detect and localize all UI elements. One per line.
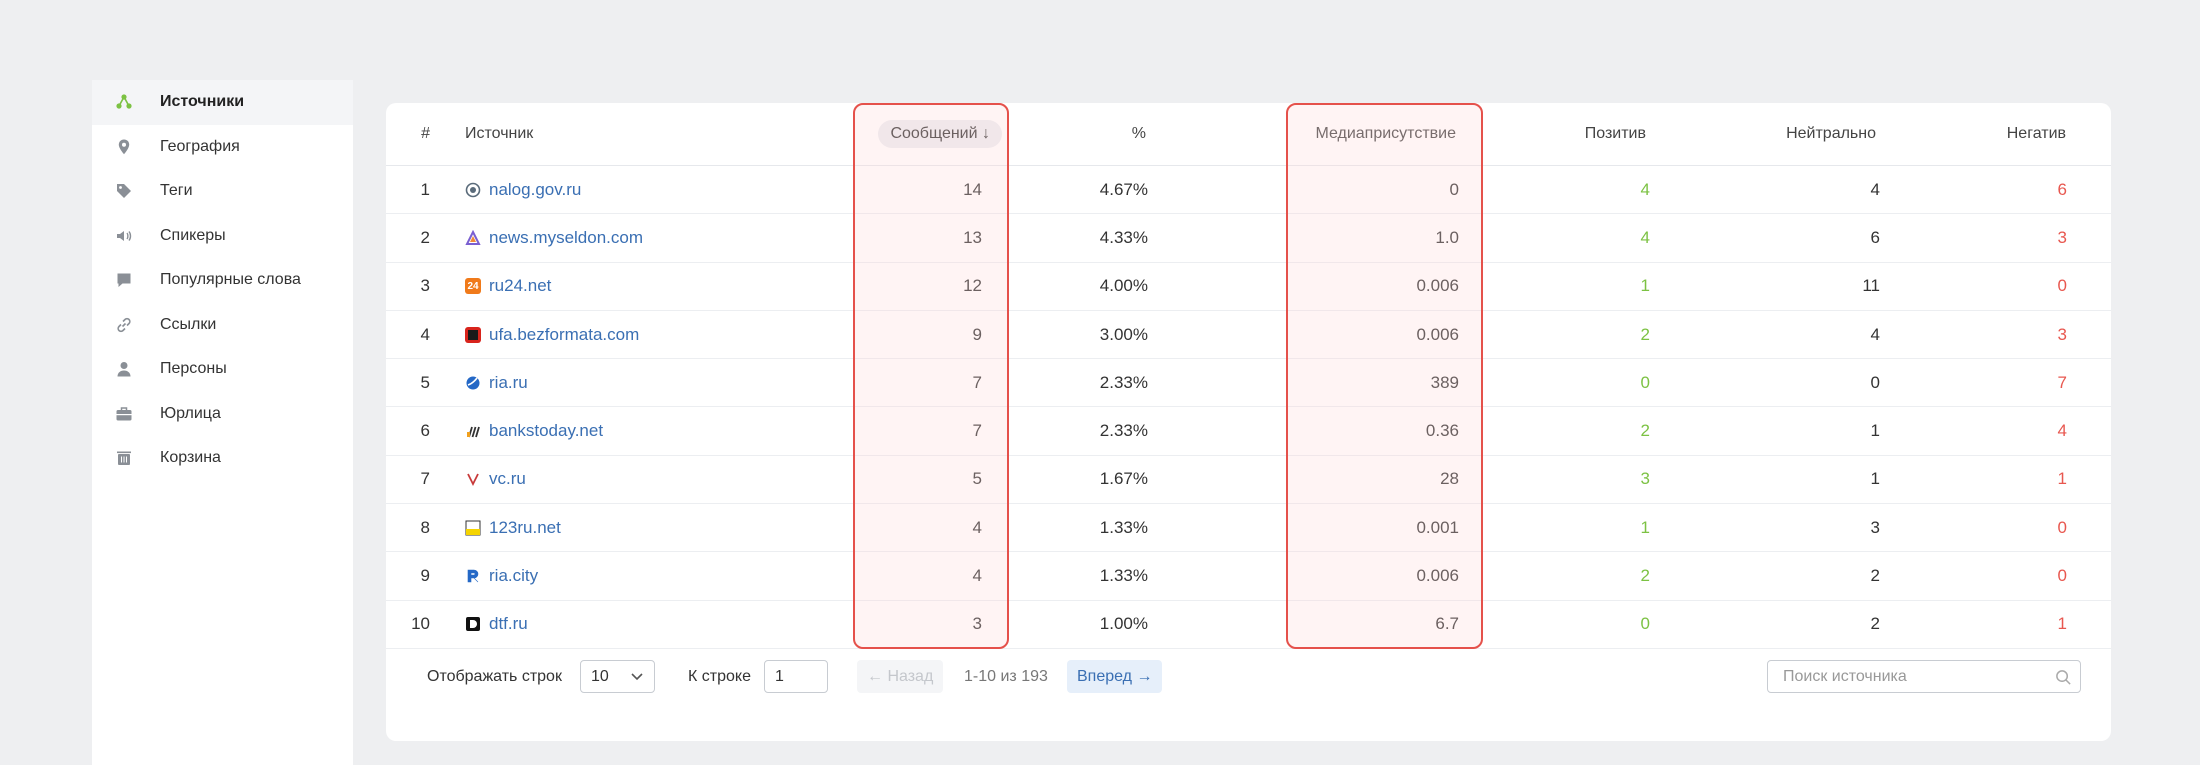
goto-row-input[interactable]: 1: [764, 660, 828, 693]
table-row: 2 news.myseldon.com 13 4.33% 1.0 4 6 3: [386, 214, 2111, 263]
rows-per-page-label: Отображать строк: [427, 668, 562, 685]
sidebar-item[interactable]: Ссылки: [92, 303, 353, 348]
row-negative: 1: [2057, 614, 2067, 634]
source-search-input[interactable]: Поиск источника: [1767, 660, 2081, 693]
sidebar-item[interactable]: Популярные слова: [92, 258, 353, 303]
chat-bubble-icon: [113, 269, 135, 291]
chevron-down-icon: [631, 673, 643, 681]
row-negative: 0: [2057, 566, 2067, 586]
row-negative: 1: [2057, 469, 2067, 489]
sidebar-item-label: Популярные слова: [160, 271, 301, 289]
rows-per-page-select[interactable]: 10: [580, 660, 655, 693]
sidebar-item[interactable]: Юрлица: [92, 392, 353, 437]
sidebar-item[interactable]: Корзина: [92, 436, 353, 481]
row-negative: 7: [2057, 372, 2067, 392]
next-page-button[interactable]: Вперед →: [1067, 660, 1163, 693]
sidebar-item-label: География: [160, 137, 240, 155]
sidebar-item-label: Источники: [160, 93, 245, 111]
location-pin-icon: [113, 136, 135, 158]
header-negative[interactable]: Негатив: [386, 103, 2066, 165]
sidebar-item-label: Юрлица: [160, 404, 221, 422]
table-row: 5 ria.ru 7 2.33% 389 0 0 7: [386, 359, 2111, 408]
row-negative: 0: [2057, 276, 2067, 296]
table-row: 4 ufa.bezformata.com 9 3.00% 0.006 2 4 3: [386, 311, 2111, 360]
speaker-icon: [113, 225, 135, 247]
person-icon: [113, 358, 135, 380]
sidebar-item[interactable]: Спикеры: [92, 214, 353, 259]
row-negative: 0: [2057, 517, 2067, 537]
sidebar-item-label: Ссылки: [160, 315, 217, 333]
prev-page-button[interactable]: ← Назад: [857, 660, 944, 693]
pagination-bar: Отображать строк 10 К строке 1 ← Назад 1…: [386, 660, 2111, 710]
sidebar-item[interactable]: География: [92, 125, 353, 170]
sidebar-item[interactable]: Персоны: [92, 347, 353, 392]
row-negative: 6: [2057, 179, 2067, 199]
table-header: # Источник Сообщений ↓ % Медиаприсутстви…: [386, 103, 2111, 166]
row-negative: 4: [2057, 421, 2067, 441]
sources-card: # Источник Сообщений ↓ % Медиаприсутстви…: [386, 103, 2111, 741]
row-negative: 3: [2057, 324, 2067, 344]
sidebar-item-label: Корзина: [160, 449, 221, 467]
row-negative: 3: [2057, 227, 2067, 247]
table-row: 6 bankstoday.net 7 2.33% 0.36 2 1 4: [386, 408, 2111, 456]
table-row: 1 nalog.gov.ru 14 4.67% 0 4 4 6: [386, 166, 2111, 215]
search-icon: [2056, 670, 2071, 685]
table-row: 7 vc.ru 5 1.67% 28 3 1 1: [386, 456, 2111, 505]
sidebar-item-label: Спикеры: [160, 226, 226, 244]
link-icon: [113, 314, 135, 336]
sidebar-item[interactable]: Теги: [92, 169, 353, 214]
table-row: 8 123ru.net 4 1.33% 0.001 1 3 0: [386, 504, 2111, 553]
sidebar-item-label: Теги: [160, 182, 193, 200]
sources-icon: [113, 91, 135, 113]
briefcase-icon: [113, 403, 135, 425]
rows-per-page-value: 10: [591, 667, 609, 685]
table-row: 3 24 ru24.net 12 4.00% 0.006 1 11 0: [386, 263, 2111, 311]
trash-icon: [113, 447, 135, 469]
table-row: 10 dtf.ru 3 1.00% 6.7 0 2 1: [386, 601, 2111, 649]
sidebar: Источники География Теги Спикеры Популярные …: [92, 80, 353, 765]
sidebar-item[interactable]: Источники: [92, 80, 353, 125]
tag-icon: [113, 180, 135, 202]
search-placeholder: Поиск источника: [1783, 667, 1907, 685]
table-row: 9 ria.city 4 1.33% 0.006 2 2 0: [386, 552, 2111, 601]
page-range-info: 1-10 из 193: [964, 668, 1048, 685]
sidebar-item-label: Персоны: [160, 360, 227, 378]
goto-row-label: К строке: [688, 668, 751, 685]
